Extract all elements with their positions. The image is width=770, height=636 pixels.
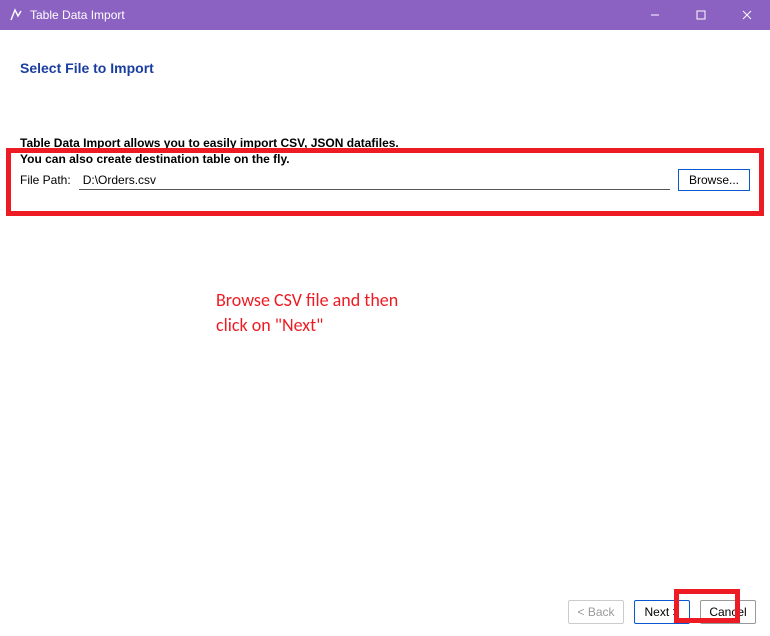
wizard-footer: < Back Next > Cancel [568, 600, 756, 624]
file-path-label: File Path: [20, 173, 71, 187]
back-button: < Back [568, 600, 624, 624]
page-heading: Select File to Import [20, 60, 750, 76]
next-button[interactable]: Next > [634, 600, 690, 624]
browse-button[interactable]: Browse... [678, 169, 750, 191]
annotation-line-2: click on "Next" [216, 313, 398, 338]
desc-line-1: Table Data Import allows you to easily i… [20, 136, 750, 152]
app-icon [8, 7, 24, 23]
window-controls [632, 0, 770, 30]
close-button[interactable] [724, 0, 770, 30]
window-title: Table Data Import [30, 8, 632, 22]
desc-line-2: You can also create destination table on… [20, 152, 750, 168]
annotation-line-1: Browse CSV file and then [216, 288, 398, 313]
titlebar: Table Data Import [0, 0, 770, 30]
maximize-button[interactable] [678, 0, 724, 30]
file-path-input[interactable] [79, 171, 670, 190]
annotation-text: Browse CSV file and then click on "Next" [216, 288, 398, 338]
minimize-button[interactable] [632, 0, 678, 30]
cancel-button[interactable]: Cancel [700, 600, 756, 624]
file-path-row: File Path: Browse... [20, 169, 750, 191]
page-description: Table Data Import allows you to easily i… [20, 136, 750, 167]
